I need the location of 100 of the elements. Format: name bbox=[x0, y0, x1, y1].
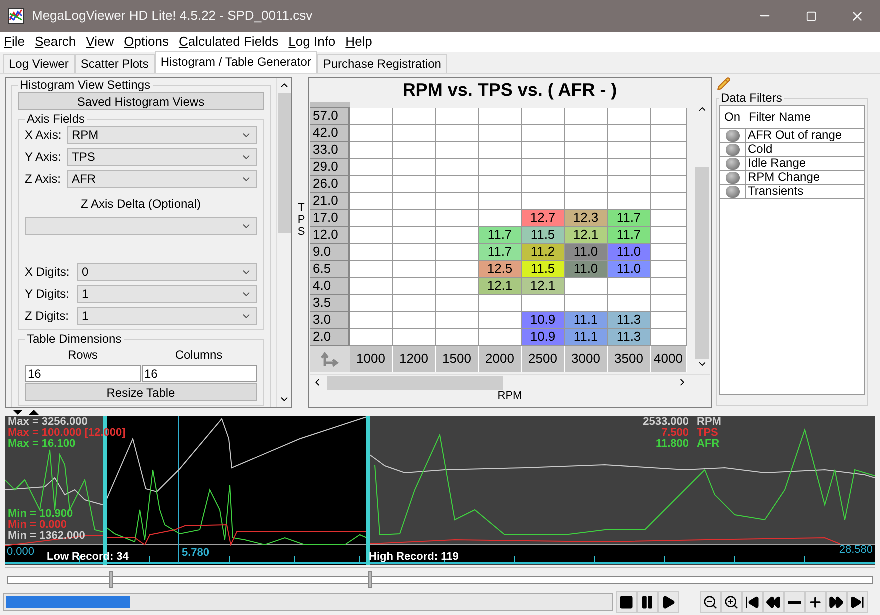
menu-item[interactable]: File bbox=[2, 32, 27, 52]
range-handle[interactable] bbox=[366, 416, 370, 565]
rows-field[interactable]: 16 bbox=[25, 365, 140, 382]
player-button[interactable] bbox=[700, 591, 721, 613]
table-cell bbox=[479, 125, 522, 142]
scroll-thumb[interactable] bbox=[695, 167, 709, 360]
filter-row[interactable]: Cold bbox=[720, 143, 864, 157]
table-cell bbox=[436, 312, 479, 329]
row-header: 57.0 bbox=[310, 108, 350, 125]
table-cell bbox=[393, 159, 436, 176]
zoom-out-icon bbox=[703, 594, 718, 610]
row-header: 3.0 bbox=[310, 312, 350, 329]
table-cell bbox=[350, 125, 393, 142]
tab[interactable]: Purchase Registration bbox=[317, 54, 448, 73]
filter-toggle[interactable] bbox=[726, 158, 740, 170]
max-value: Max = 16.100 bbox=[8, 439, 77, 450]
column-header: On bbox=[723, 109, 742, 126]
saved-views-button[interactable]: Saved Histogram Views bbox=[18, 92, 264, 110]
axis-dropdown[interactable]: TPS bbox=[67, 148, 257, 166]
slider-thumb[interactable] bbox=[109, 571, 114, 588]
skip-back-icon bbox=[745, 594, 760, 610]
table-cell bbox=[651, 227, 687, 244]
table-cell bbox=[651, 193, 687, 210]
table-cell bbox=[522, 108, 565, 125]
filter-row[interactable]: RPM Change bbox=[720, 171, 864, 185]
scroll-thumb[interactable] bbox=[327, 376, 503, 390]
table-cell bbox=[393, 193, 436, 210]
filter-row[interactable]: Idle Range bbox=[720, 157, 864, 171]
menu-item[interactable]: View bbox=[84, 32, 116, 52]
table-cell bbox=[479, 176, 522, 193]
table-cell bbox=[350, 142, 393, 159]
fast-forward-icon bbox=[829, 594, 844, 610]
table-cell bbox=[479, 295, 522, 312]
filter-toggle[interactable] bbox=[726, 130, 740, 142]
pencil-icon[interactable] bbox=[717, 77, 731, 91]
menu-item[interactable]: Calculated Fields bbox=[176, 32, 281, 52]
digits-dropdown[interactable]: 1 bbox=[77, 285, 257, 303]
column-header: 2500 bbox=[522, 346, 565, 372]
corner-arrow-icon bbox=[321, 350, 339, 368]
range-slider[interactable] bbox=[5, 567, 875, 589]
scrollbar[interactable] bbox=[310, 374, 710, 390]
menu-item[interactable]: Log Info bbox=[286, 32, 338, 52]
player-button[interactable] bbox=[847, 591, 868, 613]
triangle-up-icon[interactable] bbox=[29, 410, 39, 415]
rewind-icon bbox=[766, 594, 781, 610]
player-button[interactable] bbox=[742, 591, 763, 613]
table-cell bbox=[436, 227, 479, 244]
menu-item[interactable]: Options bbox=[122, 32, 171, 52]
player-button[interactable] bbox=[784, 591, 805, 613]
table-cell: 11.7 bbox=[608, 227, 651, 244]
tab[interactable]: Log Viewer bbox=[3, 54, 75, 73]
start-time: 0.000 bbox=[7, 547, 35, 558]
field-label: X Digits: bbox=[25, 264, 71, 281]
row-header: 9.0 bbox=[310, 244, 350, 261]
table-cell: 11.5 bbox=[522, 227, 565, 244]
player-button[interactable] bbox=[826, 591, 847, 613]
digits-dropdown[interactable]: 1 bbox=[77, 307, 257, 325]
resize-table-button[interactable]: Resize Table bbox=[25, 383, 257, 401]
table-cell bbox=[608, 278, 651, 295]
table-cell bbox=[565, 159, 608, 176]
table-cell: 11.1 bbox=[565, 312, 608, 329]
player-button[interactable] bbox=[658, 591, 679, 613]
histogram-title: RPM vs. TPS vs. ( AFR - ) bbox=[402, 79, 618, 102]
row-header: 4.0 bbox=[310, 278, 350, 295]
player-button[interactable] bbox=[637, 591, 658, 613]
tab[interactable]: Scatter Plots bbox=[74, 54, 155, 73]
axis-dropdown[interactable]: RPM bbox=[67, 126, 257, 144]
current-value: 7.500 bbox=[661, 428, 689, 439]
filter-toggle[interactable] bbox=[726, 144, 740, 156]
player-button[interactable] bbox=[763, 591, 784, 613]
slider-thumb[interactable] bbox=[368, 571, 372, 588]
table-cell bbox=[651, 125, 687, 142]
menu-item[interactable]: Search bbox=[32, 32, 78, 52]
filter-toggle[interactable] bbox=[726, 172, 740, 184]
tab[interactable]: Histogram / Table Generator bbox=[154, 51, 318, 73]
table-cell bbox=[651, 176, 687, 193]
triangle-down-icon[interactable] bbox=[13, 410, 23, 415]
field-label: Y Digits: bbox=[25, 286, 70, 303]
table-cell bbox=[522, 193, 565, 210]
table-cell bbox=[350, 159, 393, 176]
columns-field[interactable]: 16 bbox=[142, 365, 257, 382]
pause-icon bbox=[640, 594, 655, 610]
stop-icon bbox=[619, 594, 634, 610]
digits-dropdown[interactable]: 0 bbox=[77, 263, 257, 281]
table-cell bbox=[565, 125, 608, 142]
scrollbar[interactable] bbox=[276, 78, 291, 407]
filter-row[interactable]: AFR Out of range bbox=[720, 129, 864, 143]
minus-icon bbox=[788, 600, 801, 604]
table-cell bbox=[522, 176, 565, 193]
table-cell bbox=[436, 125, 479, 142]
column-header: 4000 bbox=[651, 346, 687, 372]
filter-row[interactable]: Transients bbox=[720, 185, 864, 199]
menu-item[interactable]: Help bbox=[344, 32, 374, 52]
player-button[interactable] bbox=[805, 591, 826, 613]
player-button[interactable] bbox=[721, 591, 742, 613]
player-button[interactable] bbox=[616, 591, 637, 613]
min-value: Min = 10.900 bbox=[8, 509, 74, 520]
scroll-thumb[interactable] bbox=[278, 93, 290, 233]
filter-toggle[interactable] bbox=[726, 186, 740, 198]
axis-dropdown[interactable]: AFR bbox=[67, 170, 257, 188]
